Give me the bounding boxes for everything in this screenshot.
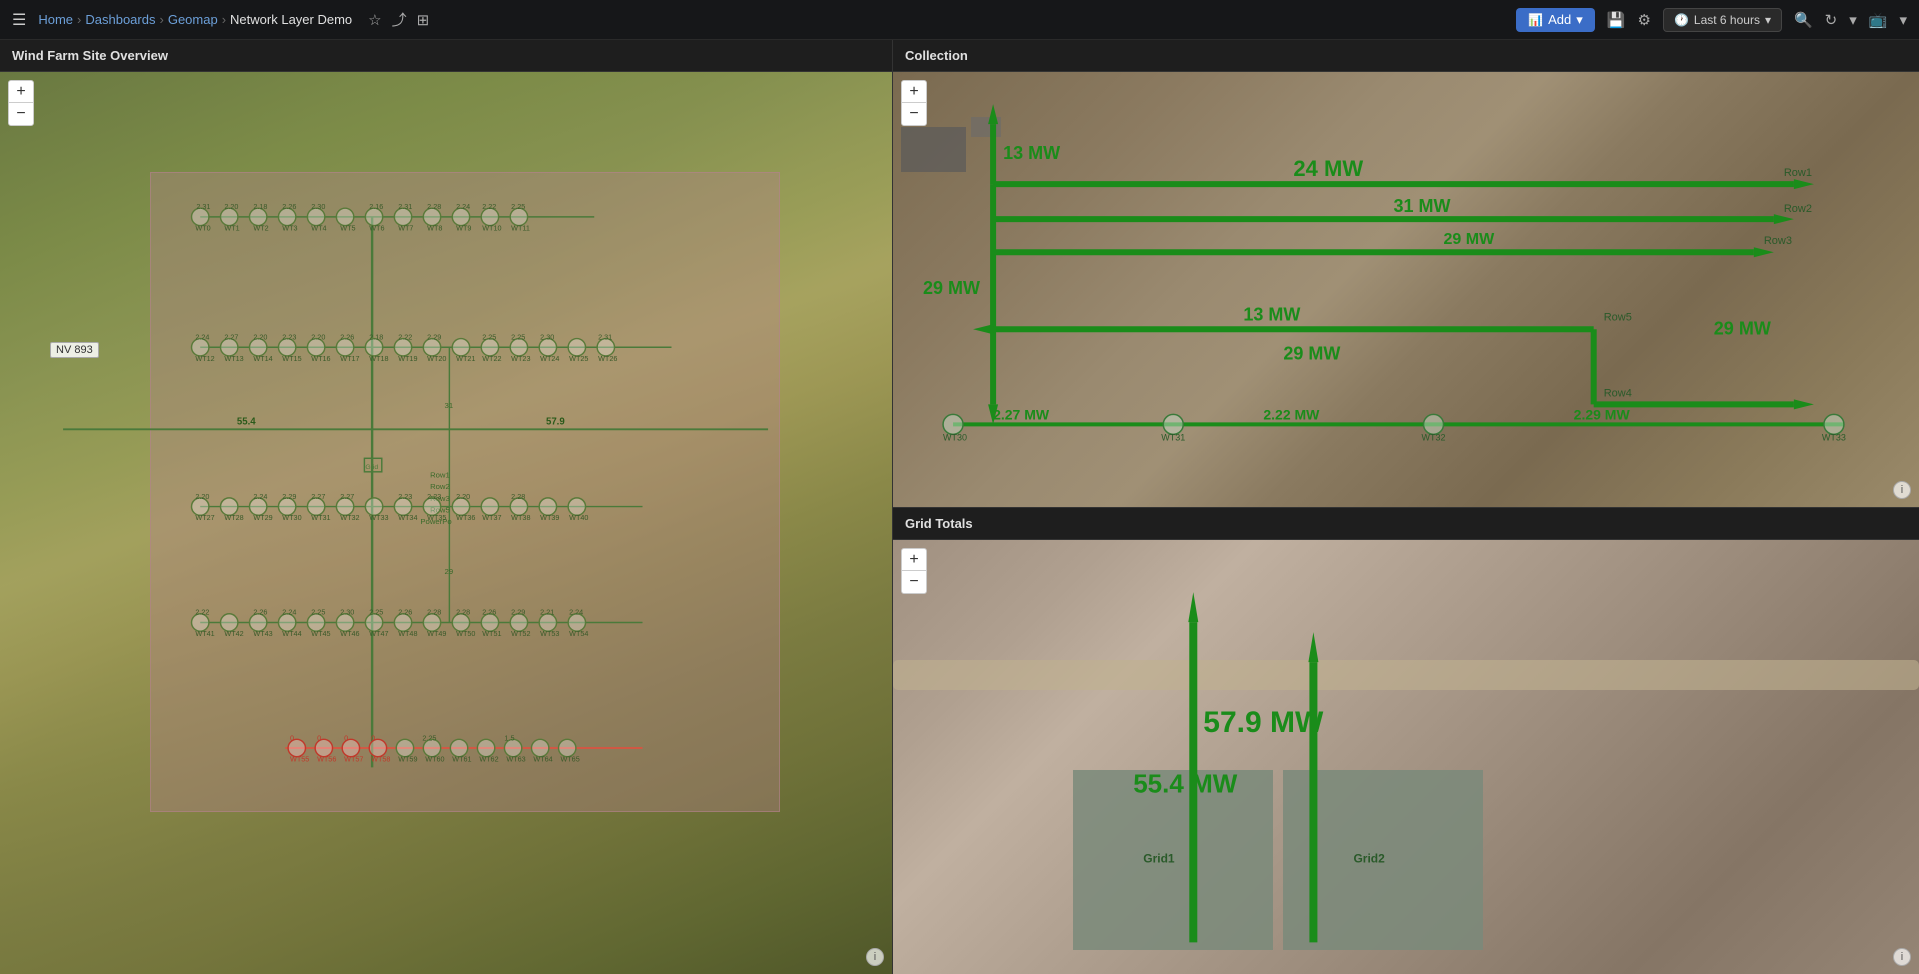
svg-text:Row2: Row2 [1784, 203, 1812, 215]
nav-icons: ☆ ⤴ ⊞ [368, 9, 429, 30]
breadcrumb-home[interactable]: Home [38, 12, 73, 27]
grid-totals-panel: Grid Totals [893, 508, 1919, 974]
nav-right: Add ▾ 💾 ⚙ 🕐 Last 6 hours ▾ 🔍 ↻ ▾ 📺 ▾ [1516, 8, 1907, 32]
grid-totals-zoom-controls: + − [901, 548, 927, 594]
collection-svg: 24 MW Row1 31 MW Row2 29 MW Row3 [893, 72, 1919, 507]
wind-farm-map-container[interactable]: + − NV 893 [0, 72, 892, 974]
grid-totals-zoom-in[interactable]: + [902, 549, 926, 571]
breadcrumb-sep-3: › [222, 12, 226, 27]
time-range-label: Last 6 hours [1694, 13, 1760, 27]
time-range-selector[interactable]: 🕐 Last 6 hours ▾ [1663, 8, 1782, 32]
grid-icon[interactable]: ⊞ [417, 11, 430, 29]
info-icon[interactable]: i [866, 948, 884, 966]
svg-text:31 MW: 31 MW [1393, 196, 1450, 216]
right-panel: Collection 24 MW Row1 [893, 40, 1919, 974]
svg-text:2.29 MW: 2.29 MW [1574, 406, 1631, 422]
grid-totals-zoom-out[interactable]: − [902, 571, 926, 593]
grid-totals-title: Grid Totals [893, 508, 1919, 540]
zoom-controls: + − [8, 80, 34, 126]
svg-text:WT30: WT30 [943, 432, 967, 442]
grid-totals-info-icon[interactable]: i [1893, 948, 1911, 966]
grid-totals-map[interactable]: 57.9 MW 55.4 MW Grid1 Grid2 i + − [893, 540, 1919, 974]
svg-text:29 MW: 29 MW [923, 278, 980, 298]
svg-text:29 MW: 29 MW [1444, 231, 1496, 248]
more-icon[interactable]: ▾ [1899, 11, 1907, 29]
wind-farm-zone [150, 172, 780, 812]
zoom-out-icon[interactable]: 🔍 [1794, 11, 1813, 29]
breadcrumb-sep-1: › [77, 12, 81, 27]
svg-text:Row5: Row5 [1604, 311, 1632, 323]
svg-text:Grid2: Grid2 [1353, 851, 1385, 865]
collection-zoom-controls: + − [901, 80, 927, 126]
topbar: ☰ Home › Dashboards › Geomap › Network L… [0, 0, 1919, 40]
settings-icon[interactable]: ⚙ [1638, 11, 1651, 29]
breadcrumb: Home › Dashboards › Geomap › Network Lay… [38, 12, 352, 27]
collection-satellite-bg: 24 MW Row1 31 MW Row2 29 MW Row3 [893, 72, 1919, 507]
collection-map[interactable]: 24 MW Row1 31 MW Row2 29 MW Row3 [893, 72, 1919, 507]
svg-text:Row1: Row1 [1784, 167, 1812, 179]
breadcrumb-sep-2: › [159, 12, 163, 27]
tv-icon[interactable]: 📺 [1869, 11, 1888, 29]
collection-zoom-out[interactable]: − [902, 103, 926, 125]
main-content: Wind Farm Site Overview + − NV 893 [0, 40, 1919, 974]
svg-text:24 MW: 24 MW [1293, 156, 1363, 181]
collection-panel-title: Collection [893, 40, 1919, 72]
breadcrumb-current: Network Layer Demo [230, 12, 352, 27]
svg-text:WT31: WT31 [1161, 432, 1185, 442]
time-chevron-icon: ▾ [1765, 13, 1771, 27]
collection-panel: Collection 24 MW Row1 [893, 40, 1919, 508]
svg-text:Row4: Row4 [1604, 387, 1632, 399]
breadcrumb-geomap[interactable]: Geomap [168, 12, 218, 27]
road-label: NV 893 [50, 342, 99, 358]
zoom-in-button[interactable]: + [9, 81, 33, 103]
save-icon[interactable]: 💾 [1607, 11, 1626, 29]
svg-text:13 MW: 13 MW [1243, 304, 1300, 324]
clock-icon: 🕐 [1674, 13, 1689, 27]
svg-text:Row3: Row3 [1764, 235, 1792, 247]
grid-satellite-bg: 57.9 MW 55.4 MW Grid1 Grid2 i + − [893, 540, 1919, 974]
hamburger-icon[interactable]: ☰ [12, 10, 26, 30]
svg-text:2.22 MW: 2.22 MW [1263, 406, 1320, 422]
left-panel: Wind Farm Site Overview + − NV 893 [0, 40, 893, 974]
collection-info-icon[interactable]: i [1893, 481, 1911, 499]
svg-text:WT32: WT32 [1422, 432, 1446, 442]
svg-text:2.27 MW: 2.27 MW [993, 406, 1050, 422]
refresh-chevron-icon[interactable]: ▾ [1849, 11, 1857, 29]
share-icon[interactable]: ⤴ [392, 9, 407, 30]
refresh-icon[interactable]: ↻ [1825, 11, 1838, 29]
add-label: Add [1548, 12, 1571, 27]
breadcrumb-dashboards[interactable]: Dashboards [85, 12, 155, 27]
svg-text:WT33: WT33 [1822, 432, 1846, 442]
svg-text:57.9 MW: 57.9 MW [1203, 706, 1324, 739]
star-icon[interactable]: ☆ [368, 11, 381, 29]
wind-farm-map[interactable]: + − NV 893 [0, 72, 892, 974]
grid-totals-svg: 57.9 MW 55.4 MW Grid1 Grid2 [893, 540, 1919, 974]
svg-text:55.4 MW: 55.4 MW [1133, 768, 1238, 798]
left-panel-title: Wind Farm Site Overview [0, 40, 892, 72]
svg-text:29 MW: 29 MW [1283, 343, 1340, 363]
svg-text:13 MW: 13 MW [1003, 143, 1060, 163]
svg-text:Grid1: Grid1 [1143, 851, 1175, 865]
svg-text:29 MW: 29 MW [1714, 318, 1771, 338]
collection-zoom-in[interactable]: + [902, 81, 926, 103]
add-chevron-icon: ▾ [1576, 12, 1583, 28]
add-button[interactable]: Add ▾ [1516, 8, 1595, 32]
zoom-out-button[interactable]: − [9, 103, 33, 125]
